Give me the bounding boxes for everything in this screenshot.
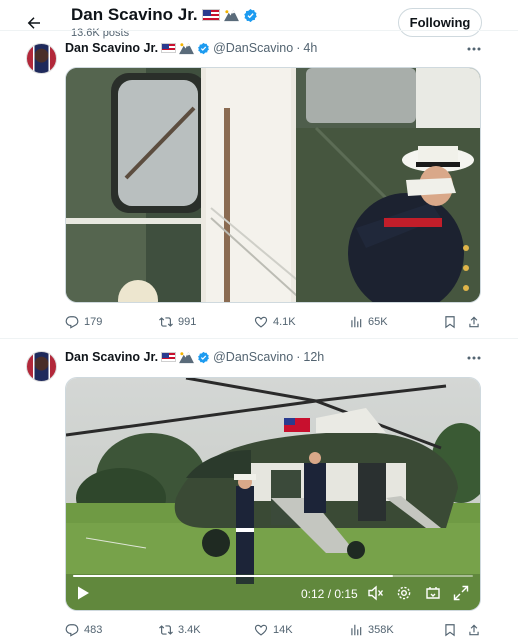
bookmark-button[interactable] <box>443 623 457 637</box>
verified-badge-icon <box>198 42 210 54</box>
tweet-header: Dan Scavino Jr. @DanScavino · 4h <box>65 41 317 55</box>
video-time: 0:12 / 0:15 <box>301 587 358 601</box>
share-button[interactable] <box>467 315 481 329</box>
like-icon <box>254 316 268 328</box>
mountain-emoji-icon <box>179 351 195 363</box>
reply-button[interactable]: 179 <box>65 315 102 329</box>
author-handle[interactable]: @DanScavino <box>213 350 293 364</box>
share-button[interactable] <box>467 623 481 637</box>
author-name[interactable]: Dan Scavino Jr. <box>65 350 158 364</box>
repost-icon <box>159 317 173 327</box>
pip-icon[interactable] <box>425 585 441 601</box>
tweet-actions: 483 3.4K 14K 358K <box>65 623 483 639</box>
bookmark-icon <box>445 316 455 329</box>
views-button[interactable]: 358K <box>349 623 394 637</box>
reply-count: 483 <box>84 624 103 636</box>
tweet[interactable]: Dan Scavino Jr. @DanScavino · 4h 179 991… <box>0 30 518 338</box>
like-button[interactable]: 4.1K <box>254 315 296 329</box>
bookmark-icon <box>445 624 455 637</box>
avatar[interactable] <box>26 43 57 74</box>
helicopter-door-photo <box>66 68 480 302</box>
video-progress-bar[interactable] <box>73 575 473 577</box>
verified-badge-icon <box>243 8 257 22</box>
reply-icon <box>65 624 79 637</box>
separator-dot: · <box>296 41 301 55</box>
views-count: 358K <box>368 624 394 636</box>
more-icon <box>467 356 481 360</box>
author-name[interactable]: Dan Scavino Jr. <box>65 41 158 55</box>
views-button[interactable]: 65K <box>349 315 388 329</box>
flag-emoji-icon <box>161 43 177 53</box>
flag-emoji-icon <box>201 9 220 21</box>
tweet-header: Dan Scavino Jr. @DanScavino · 12h <box>65 350 324 364</box>
more-button[interactable] <box>466 352 482 362</box>
more-icon <box>467 47 481 51</box>
mountain-emoji-icon <box>223 9 239 21</box>
share-icon <box>469 316 479 328</box>
header-title: Dan Scavino Jr. <box>71 5 258 25</box>
repost-button[interactable]: 3.4K <box>159 623 201 637</box>
reply-icon <box>65 316 79 329</box>
tweet-image[interactable] <box>65 67 481 303</box>
fullscreen-icon[interactable] <box>453 585 469 601</box>
more-button[interactable] <box>466 43 482 53</box>
repost-icon <box>159 625 173 635</box>
settings-icon[interactable] <box>396 585 412 601</box>
mountain-emoji-icon <box>179 42 195 54</box>
separator-dot: · <box>296 350 301 364</box>
like-icon <box>254 624 268 636</box>
author-handle[interactable]: @DanScavino <box>213 41 293 55</box>
avatar[interactable] <box>26 351 57 382</box>
video-progress-fill <box>73 575 393 577</box>
mute-icon[interactable] <box>368 585 384 601</box>
play-icon[interactable] <box>75 585 91 601</box>
bookmark-button[interactable] <box>443 315 457 329</box>
timestamp[interactable]: 4h <box>303 41 317 55</box>
like-count: 14K <box>273 624 293 636</box>
reply-count: 179 <box>84 316 103 328</box>
repost-count: 3.4K <box>178 624 201 636</box>
repost-button[interactable]: 991 <box>159 315 196 329</box>
header-title-text: Dan Scavino Jr. <box>71 5 198 24</box>
flag-emoji-icon <box>161 352 177 362</box>
views-icon <box>351 624 362 636</box>
video-controls: 0:12 / 0:15 <box>65 573 481 609</box>
like-count: 4.1K <box>273 316 296 328</box>
tweet-actions: 179 991 4.1K 65K <box>65 315 483 331</box>
reply-button[interactable]: 483 <box>65 623 102 637</box>
views-icon <box>351 316 362 328</box>
repost-count: 991 <box>178 316 197 328</box>
share-icon <box>469 624 479 636</box>
timestamp[interactable]: 12h <box>303 350 324 364</box>
views-count: 65K <box>368 316 388 328</box>
verified-badge-icon <box>198 351 210 363</box>
like-button[interactable]: 14K <box>254 623 293 637</box>
